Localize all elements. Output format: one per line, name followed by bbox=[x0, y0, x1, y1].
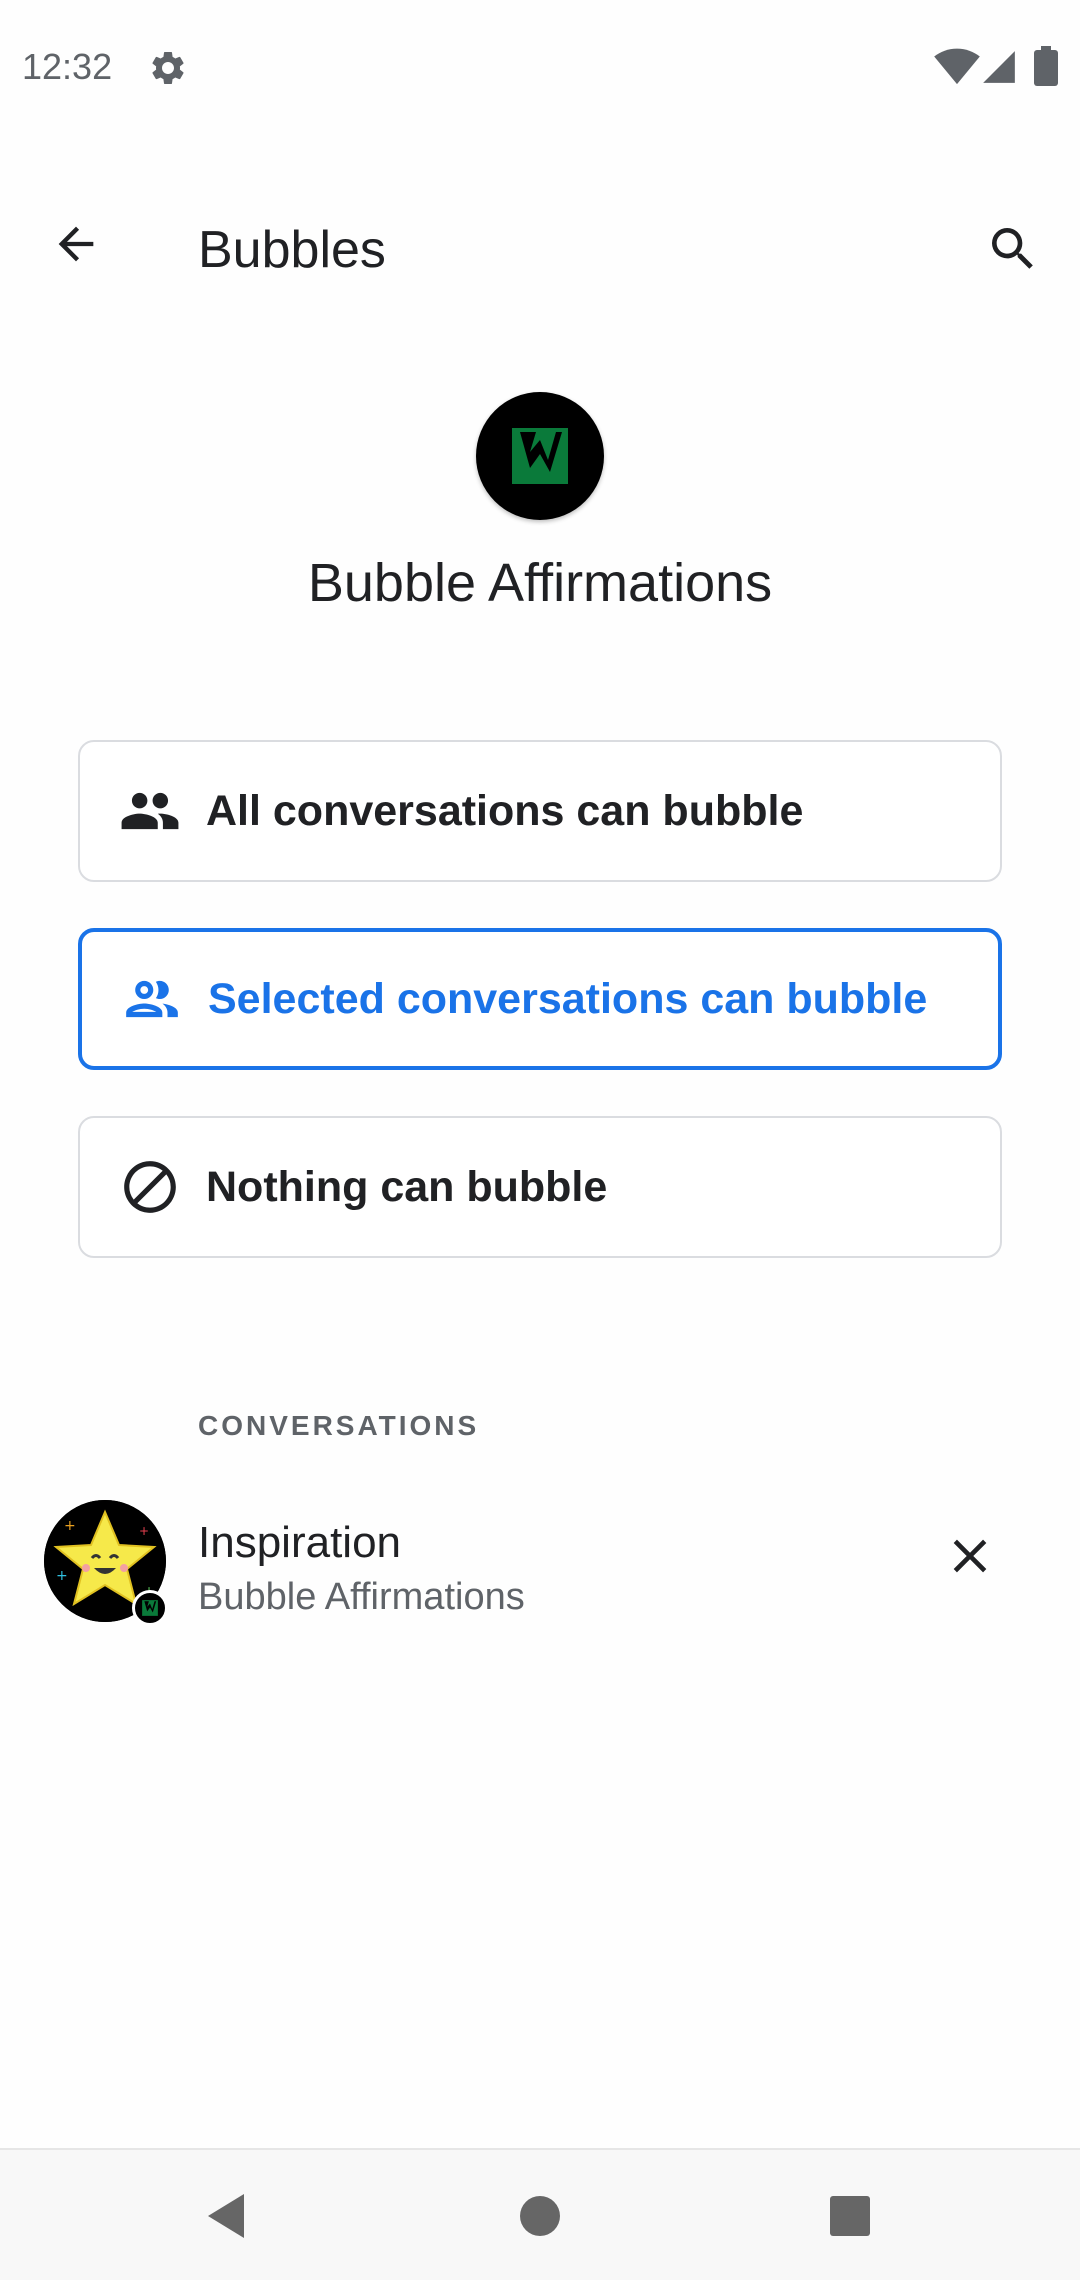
conversation-subtitle: Bubble Affirmations bbox=[198, 1576, 525, 1618]
nav-back-triangle-icon bbox=[208, 2194, 244, 2238]
page-title: Bubbles bbox=[198, 221, 386, 279]
app-icon bbox=[476, 392, 604, 520]
status-bar: 12:32 bbox=[0, 0, 1080, 130]
battery-icon bbox=[1034, 46, 1058, 86]
search-button[interactable] bbox=[978, 214, 1048, 284]
conversation-list-item[interactable]: + + + + Inspiration Bubble Affirmations bbox=[0, 1480, 1080, 1650]
nav-recents-square-icon bbox=[830, 2196, 870, 2236]
conversation-title: Inspiration bbox=[198, 1518, 402, 1567]
option-selected-conversations[interactable]: Selected conversations can bubble bbox=[78, 928, 1002, 1070]
cell-signal-icon bbox=[980, 48, 1018, 86]
bubbles-settings-screen: 12:32 Bubbles Bubble Affirmations All co… bbox=[0, 0, 1080, 2280]
remove-conversation-button[interactable] bbox=[934, 1520, 1006, 1592]
wifi-icon bbox=[934, 48, 980, 86]
arrow-back-icon bbox=[58, 226, 94, 262]
back-button[interactable] bbox=[44, 212, 108, 276]
svg-text:+: + bbox=[64, 1518, 76, 1534]
svg-text:+: + bbox=[139, 1524, 149, 1538]
option-nothing[interactable]: Nothing can bubble bbox=[78, 1116, 1002, 1258]
block-icon bbox=[118, 1155, 182, 1219]
settings-gear-icon bbox=[148, 48, 188, 88]
svg-text:+: + bbox=[56, 1568, 68, 1584]
option-label: Nothing can bubble bbox=[206, 1162, 608, 1211]
nav-back-button[interactable] bbox=[196, 2186, 256, 2246]
bubble-affirmations-logo-icon bbox=[512, 428, 568, 484]
nav-home-button[interactable] bbox=[510, 2186, 570, 2246]
nav-home-circle-icon bbox=[520, 2196, 560, 2236]
option-all-conversations[interactable]: All conversations can bubble bbox=[78, 740, 1002, 882]
close-icon bbox=[953, 1539, 987, 1573]
option-label: All conversations can bubble bbox=[206, 786, 804, 835]
app-badge-icon bbox=[132, 1590, 168, 1626]
status-time: 12:32 bbox=[22, 46, 113, 87]
people-icon bbox=[118, 779, 182, 843]
people-outline-icon bbox=[120, 967, 184, 1031]
search-icon bbox=[992, 228, 1033, 269]
system-navigation-bar bbox=[0, 2148, 1080, 2280]
app-name: Bubble Affirmations bbox=[307, 553, 773, 613]
option-label: Selected conversations can bubble bbox=[208, 974, 928, 1023]
conversations-section-header: CONVERSATIONS bbox=[198, 1410, 480, 1441]
nav-recents-button[interactable] bbox=[820, 2186, 880, 2246]
